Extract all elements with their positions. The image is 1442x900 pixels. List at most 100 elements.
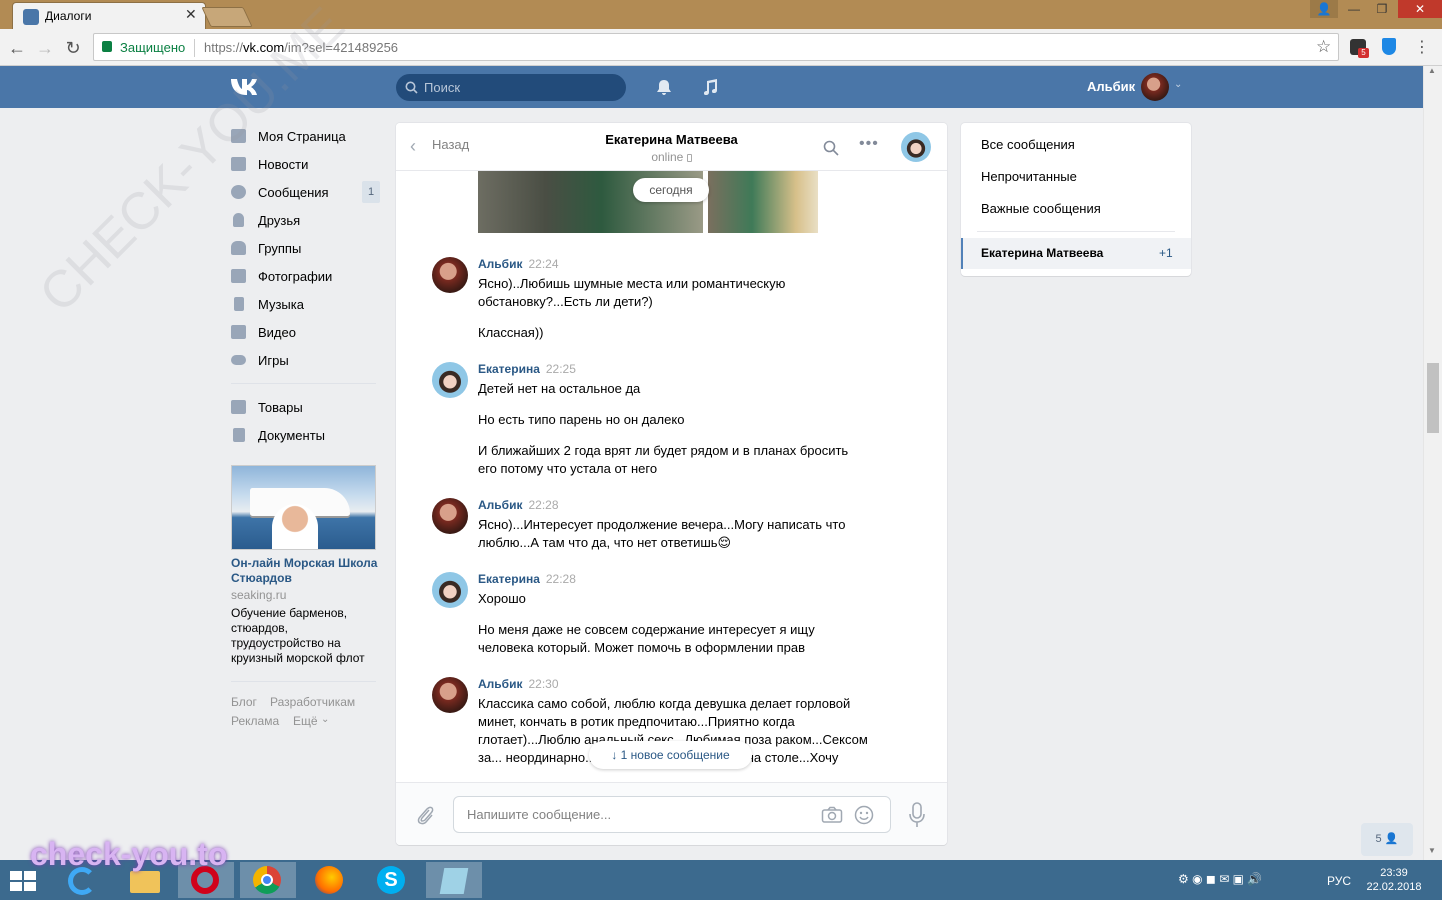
menu-item-friends[interactable]: Друзья [231,207,379,235]
camera-icon[interactable] [821,806,843,824]
chrome-icon[interactable] [240,862,296,898]
footer-divider [231,681,376,682]
photo-attachment[interactable] [708,171,818,233]
smile-icon[interactable] [854,805,874,825]
scrollbar-thumb[interactable] [1427,363,1439,433]
minimize-icon[interactable]: — [1340,0,1368,18]
close-window-icon[interactable]: ✕ [1398,0,1442,18]
menu-item-groups[interactable]: Группы [231,235,379,263]
filter-all-messages[interactable]: Все сообщения [981,137,1075,152]
message-avatar[interactable] [432,677,468,713]
browser-menu-icon[interactable]: ⋮ [1414,37,1430,57]
author-name[interactable]: Екатерина [478,572,540,586]
message-avatar[interactable] [432,572,468,608]
microphone-icon[interactable] [908,802,926,828]
footer-link-blog[interactable]: Блог [231,695,257,709]
camera-icon [231,269,246,283]
profile-icon[interactable]: 👤 [1310,0,1338,18]
footer-link-more[interactable]: Ещё [293,714,318,728]
windows-start-icon[interactable] [10,871,36,891]
browser-tab[interactable]: Диалоги ✕ [12,2,206,30]
message-text: Ясно)...Интересует продолжение вечера...… [478,517,846,550]
friends-online-button[interactable]: 5 👤 [1361,823,1413,856]
message-author[interactable]: Альбик 22:24 [478,257,559,271]
menu-item-documents[interactable]: Документы [231,422,379,450]
scroll-up-icon[interactable]: ▲ [1428,66,1436,75]
back-arrow-icon[interactable]: ← [6,37,28,59]
message-author[interactable]: Альбик 22:28 [478,498,559,512]
ad-person-shape [272,504,318,549]
restore-icon[interactable]: ❐ [1368,0,1396,18]
menu-item-messages[interactable]: Сообщения [231,179,379,207]
author-name[interactable]: Альбик [478,677,522,691]
extension-icon[interactable]: 5 [1350,39,1369,58]
active-dialog[interactable]: Екатерина Матвеева +1 [961,238,1191,269]
message-time: 22:25 [545,362,576,376]
filter-unread[interactable]: Непрочитанные [981,169,1077,184]
watermark-bottom: check-you.to [30,836,228,872]
menu-item-news[interactable]: Новости [231,151,379,179]
menu-item-label: Моя Страница [258,129,346,144]
menu-item-photos[interactable]: Фотографии [231,263,379,291]
firefox-icon[interactable] [302,862,358,898]
author-name[interactable]: Екатерина [478,362,540,376]
more-actions-icon[interactable]: ••• [859,135,879,153]
chevron-down-icon[interactable]: ⌄ [1174,79,1182,90]
header-user-name[interactable]: Альбик [1087,79,1135,94]
taskbar-clock[interactable]: 23:39 22.02.2018 [1362,866,1426,894]
menu-item-label: Друзья [258,213,301,228]
menu-item-label: Сообщения [258,185,329,200]
menu-item-label: Видео [258,325,296,340]
header-avatar[interactable] [1141,73,1169,101]
scroll-down-icon[interactable]: ▼ [1428,846,1436,855]
bookmark-star-icon[interactable]: ☆ [1316,37,1331,57]
chat-panel: ‹ Назад Екатерина Матвеева online ••• се… [396,123,947,845]
message-avatar[interactable] [432,362,468,398]
bell-icon[interactable] [655,78,673,96]
search-icon[interactable] [823,140,839,156]
footer-link-developers[interactable]: Разработчикам [270,695,355,709]
message-time: 22:30 [528,677,559,691]
menu-item-games[interactable]: Игры [231,347,379,375]
author-name[interactable]: Альбик [478,498,522,512]
groups-icon [231,241,246,255]
message-author[interactable]: Альбик 22:30 [478,677,559,691]
message-avatar[interactable] [432,257,468,293]
ad-domain: seaking.ru [231,588,287,602]
menu-item-music[interactable]: Музыка [231,291,379,319]
forward-arrow-icon[interactable]: → [34,37,56,59]
notepad-app-icon[interactable] [426,862,482,898]
tab-title: Диалоги [45,9,92,23]
contact-avatar[interactable] [901,132,931,162]
page-scrollbar[interactable]: ▲ ▼ [1423,66,1442,860]
message-author[interactable]: Екатерина 22:28 [478,572,576,586]
menu-item-video[interactable]: Видео [231,319,379,347]
reload-icon[interactable]: ↻ [62,37,84,59]
music-note-icon[interactable] [701,78,719,96]
message-placeholder: Напишите сообщение... [467,807,612,822]
new-message-button[interactable]: ↓ 1 новое сообщение [589,741,752,769]
skype-icon[interactable]: S [364,862,420,898]
filter-important[interactable]: Важные сообщения [981,201,1101,216]
person-icon: 👤 [1384,833,1399,845]
panel-divider [977,231,1175,232]
author-name[interactable]: Альбик [478,257,522,271]
browser-toolbar: ← → ↻ Защищено https://vk.com/im?sel=421… [0,29,1442,66]
more-chevron-icon[interactable]: ⌄ [321,714,329,725]
ad-title[interactable]: Он-лайн Морская Школа Стюардов [231,556,381,586]
shield-extension-icon[interactable] [1382,38,1396,55]
search-input[interactable]: Поиск [396,74,626,101]
message-author[interactable]: Екатерина 22:25 [478,362,576,376]
message-input[interactable]: Напишите сообщение... [453,796,891,833]
language-indicator[interactable]: РУС [1327,874,1351,888]
message-avatar[interactable] [432,498,468,534]
paperclip-icon[interactable] [415,804,435,826]
tray-icons[interactable]: ⚙ ◉ ◼ ✉ ▣ 🔊 [1178,872,1262,886]
ad-image[interactable] [231,465,376,550]
tab-close-icon[interactable]: ✕ [185,6,197,23]
new-tab-button[interactable] [201,7,253,27]
music-icon [234,297,244,311]
menu-item-goods[interactable]: Товары [231,394,379,422]
footer-link-ads[interactable]: Реклама [231,714,279,728]
menu-item-label: Группы [258,241,302,256]
